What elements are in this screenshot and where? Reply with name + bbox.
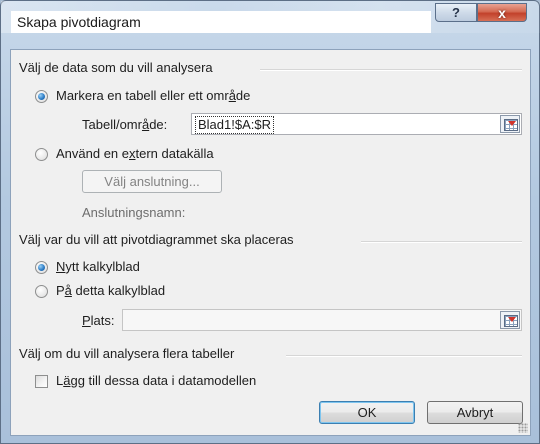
help-button[interactable]: ? xyxy=(435,3,477,22)
close-button[interactable]: x xyxy=(477,3,527,22)
add-to-data-model-label[interactable]: Lägg till dessa data i datamodellen xyxy=(56,373,256,388)
new-sheet-radio[interactable] xyxy=(35,261,48,274)
select-table-radio[interactable] xyxy=(35,90,48,103)
table-range-input[interactable]: Blad1!$A:$R xyxy=(191,113,522,135)
connection-name-label: Anslutningsnamn: xyxy=(82,205,186,220)
resize-grip-icon[interactable] xyxy=(518,423,528,433)
cancel-button[interactable]: Avbryt xyxy=(427,401,523,424)
this-sheet-radio[interactable] xyxy=(35,285,48,298)
location-label: Plats: xyxy=(82,313,115,328)
new-sheet-label[interactable]: Nytt kalkylblad xyxy=(56,259,140,274)
multi-table-group-divider xyxy=(286,355,522,357)
help-icon: ? xyxy=(452,5,460,20)
table-range-label: Tabell/område: xyxy=(82,117,168,132)
multi-table-group-label: Välj om du vill analysera flera tabeller xyxy=(19,346,235,361)
table-range-value: Blad1!$A:$R xyxy=(195,116,274,134)
dialog-body: Välj de data som du vill analysera Marke… xyxy=(10,49,531,436)
data-group-divider xyxy=(260,69,522,71)
placement-group-divider xyxy=(361,241,522,243)
dialog-window: Skapa pivotdiagram ? x Välj de data som … xyxy=(0,0,540,444)
table-range-collapse-button[interactable] xyxy=(500,115,520,133)
data-group-label: Välj de data som du vill analysera xyxy=(19,60,213,75)
location-input[interactable] xyxy=(122,309,522,331)
dialog-title: Skapa pivotdiagram xyxy=(11,11,431,33)
this-sheet-label[interactable]: På detta kalkylblad xyxy=(56,283,165,298)
range-arrow-icon xyxy=(508,317,516,322)
add-to-data-model-checkbox[interactable] xyxy=(35,375,48,388)
placement-group-label: Välj var du vill att pivotdiagrammet ska… xyxy=(19,232,294,247)
external-source-label[interactable]: Använd en extern datakälla xyxy=(56,146,214,161)
choose-connection-button[interactable]: Välj anslutning... xyxy=(82,170,222,193)
select-table-label[interactable]: Markera en tabell eller ett område xyxy=(56,88,250,103)
ok-button[interactable]: OK xyxy=(319,401,415,424)
close-icon: x xyxy=(498,4,506,21)
range-arrow-icon xyxy=(508,121,516,126)
location-collapse-button[interactable] xyxy=(500,311,520,329)
external-source-radio[interactable] xyxy=(35,148,48,161)
